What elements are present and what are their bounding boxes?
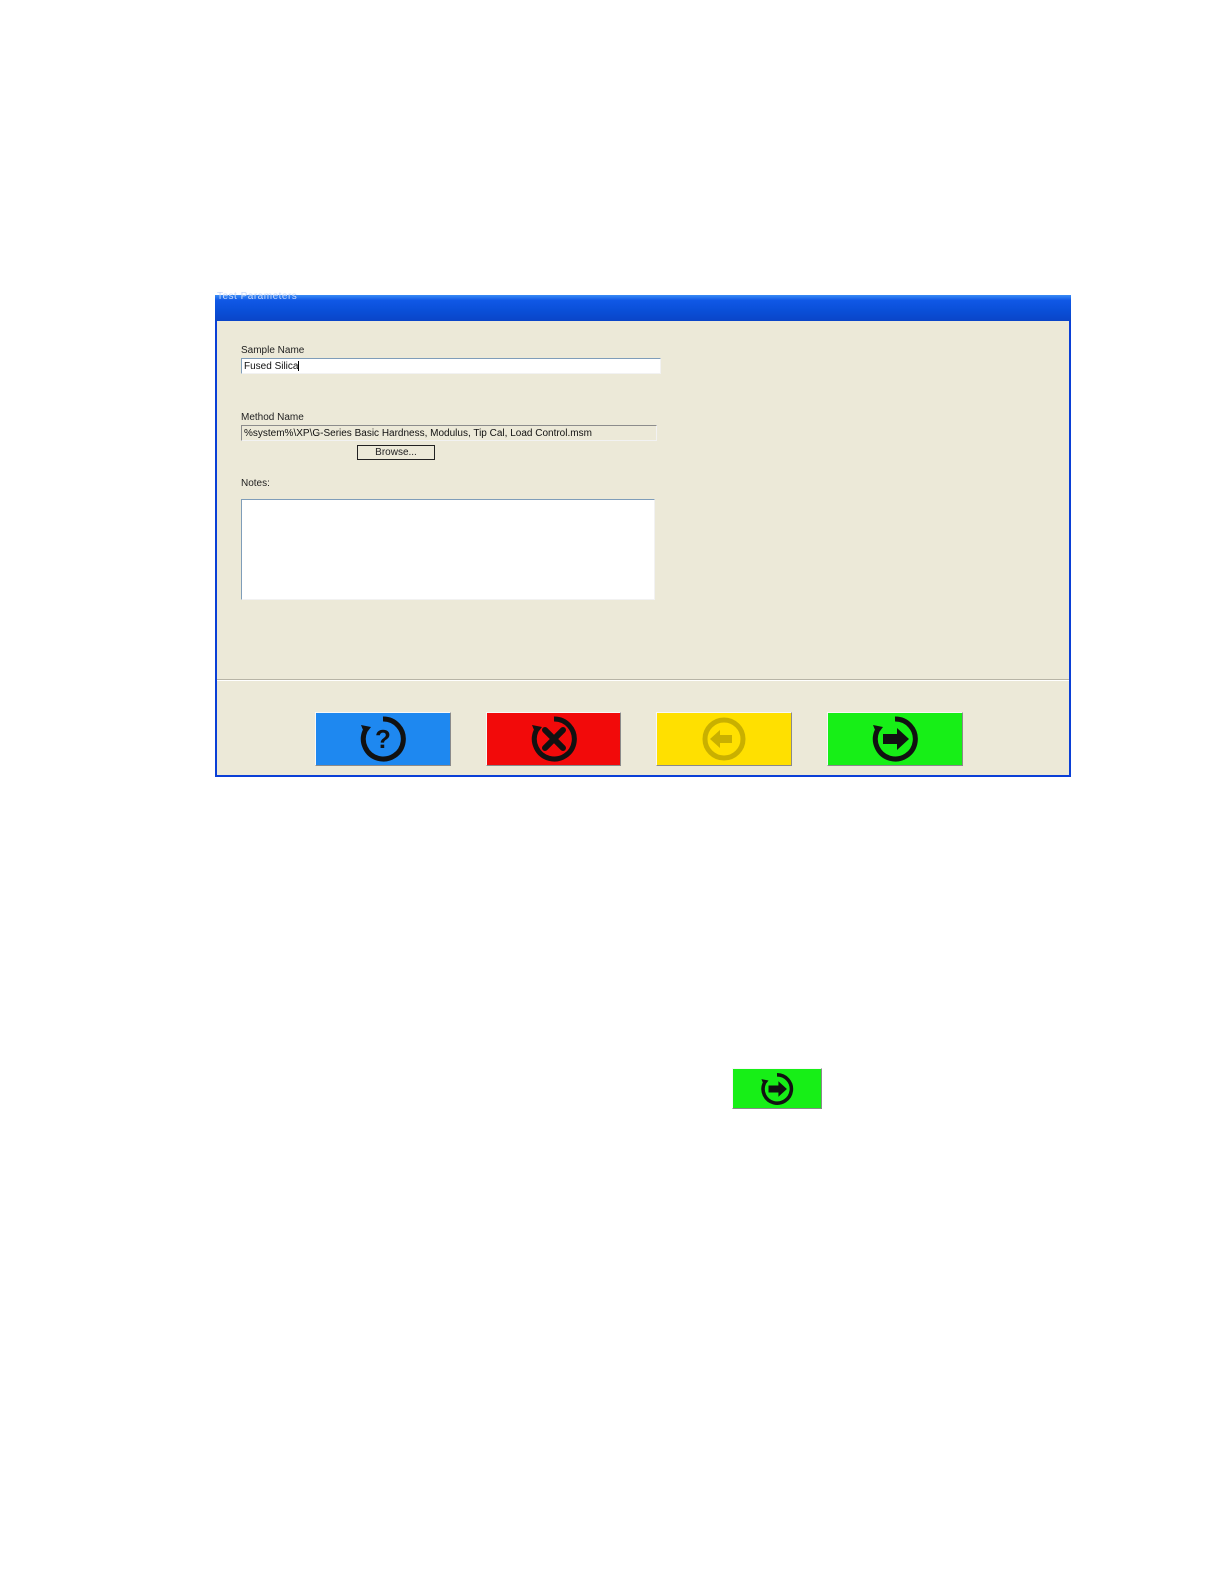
text-caret	[298, 361, 300, 372]
window-title: Test Parameters	[217, 291, 298, 302]
right-arrow-icon	[760, 1072, 794, 1106]
button-bar-separator	[217, 679, 1069, 681]
svg-text:?: ?	[375, 724, 391, 754]
x-icon	[530, 715, 578, 763]
back-arrow-icon	[700, 715, 748, 763]
inline-next-icon-sample	[732, 1068, 822, 1109]
sample-name-input[interactable]: Fused Silica	[241, 358, 661, 374]
right-arrow-icon	[871, 715, 919, 763]
title-bar[interactable]: Test Parameters	[215, 291, 1071, 321]
notes-textarea[interactable]	[241, 499, 655, 600]
test-parameters-window: Test Parameters Sample Name Fused Silica…	[215, 291, 1071, 777]
back-button[interactable]	[656, 712, 792, 766]
method-name-value: %system%\XP\G-Series Basic Hardness, Mod…	[244, 428, 592, 439]
sample-name-value: Fused Silica	[244, 361, 299, 372]
cancel-button[interactable]	[486, 712, 621, 766]
sample-name-label: Sample Name	[241, 345, 305, 356]
help-button[interactable]: ?	[315, 712, 451, 766]
question-icon: ?	[359, 715, 407, 763]
next-button[interactable]	[827, 712, 963, 766]
method-name-label: Method Name	[241, 412, 304, 423]
browse-button[interactable]: Browse...	[357, 445, 435, 460]
notes-label: Notes:	[241, 478, 270, 489]
method-name-field: %system%\XP\G-Series Basic Hardness, Mod…	[241, 425, 657, 441]
